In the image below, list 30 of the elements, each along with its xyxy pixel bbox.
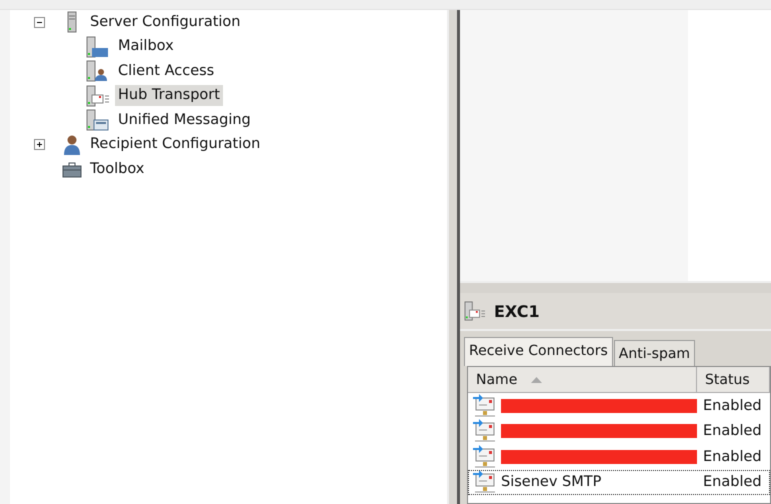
tree-item[interactable]: Server Configuration [87, 12, 244, 33]
status-text: Enabled [703, 474, 762, 490]
tree-item[interactable]: Recipient Configuration [87, 134, 264, 156]
list-row[interactable]: Sisenev SMTP Enabled [468, 470, 770, 495]
transport-server-icon [86, 84, 110, 107]
status-text: Enabled [703, 398, 762, 414]
list-row[interactable]: Enabled [468, 393, 770, 418]
mailbox-server-icon [86, 36, 110, 58]
column-header[interactable]: Name [468, 367, 697, 392]
splitter-bar[interactable] [447, 10, 460, 504]
connector-name: Sisenev SMTP [501, 474, 602, 490]
expander-icon[interactable] [34, 16, 45, 28]
client-server-icon [86, 60, 110, 82]
server-title: EXC1 [494, 302, 540, 320]
tree-item[interactable]: Unified Messaging [115, 110, 254, 131]
list-row[interactable]: Enabled [468, 444, 770, 470]
tab[interactable]: Anti-spam [614, 340, 696, 366]
person-icon [62, 134, 82, 156]
tree-item[interactable]: Hub Transport [115, 85, 223, 106]
column-header[interactable]: Status [697, 367, 770, 392]
expander-icon[interactable] [34, 139, 45, 150]
list-row[interactable]: Enabled [468, 418, 770, 444]
tree-item[interactable]: Mailbox [115, 36, 177, 58]
transport-server-icon [464, 301, 486, 321]
tree-item[interactable]: Toolbox [87, 158, 148, 180]
tree-item[interactable]: Client Access [115, 60, 218, 82]
status-text: Enabled [703, 423, 762, 440]
status-text: Enabled [703, 448, 762, 465]
tab[interactable]: Receive Connectors [464, 337, 613, 366]
phone-server-icon [86, 109, 110, 132]
